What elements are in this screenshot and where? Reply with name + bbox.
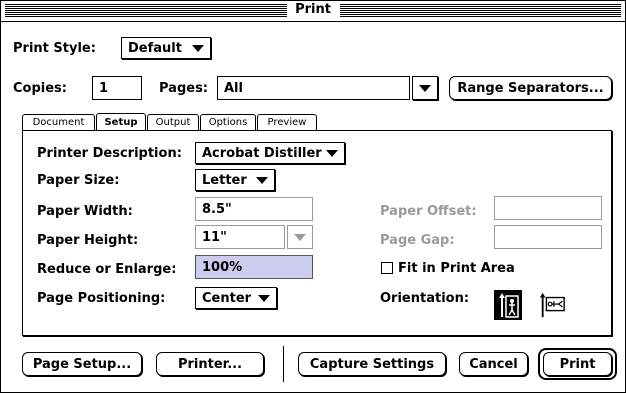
print-style-popup[interactable]: Default [121,37,211,59]
popup-arrow-icon [192,44,204,52]
paper-offset-label: Paper Offset: [380,204,477,219]
paper-size-label: Paper Size: [37,173,120,188]
print-style-value: Default [128,40,182,56]
page-positioning-label: Page Positioning: [37,291,166,306]
tab-options[interactable]: Options [200,114,256,130]
paper-width-label: Paper Width: [37,204,133,219]
paper-height-label: Paper Height: [37,233,139,248]
copies-label: Copies: [13,81,67,96]
page-positioning-value: Center [202,290,252,306]
popup-arrow-icon [326,149,338,157]
copies-field[interactable]: 1 [92,76,142,100]
chevron-down-icon [294,233,306,241]
pages-dropdown-button[interactable] [412,76,438,100]
pages-label: Pages: [159,81,209,96]
paper-size-popup[interactable]: Letter [195,169,275,191]
paper-offset-field[interactable] [494,196,602,220]
print-button[interactable]: Print [543,352,612,376]
cancel-button[interactable]: Cancel [459,352,528,376]
page-positioning-popup[interactable]: Center [195,287,277,309]
title-bar[interactable]: Print [1,1,625,22]
button-divider [283,346,284,382]
reduce-enlarge-field[interactable]: 100% [195,255,313,279]
portrait-orientation-icon [499,293,519,318]
popup-arrow-icon [258,294,270,302]
chevron-down-icon [419,84,431,92]
pages-field[interactable]: All [217,76,410,100]
fit-in-print-area-checkbox[interactable] [381,262,393,274]
printer-description-value: Acrobat Distiller [202,145,322,161]
paper-height-dropdown-button[interactable] [287,225,313,249]
orientation-label: Orientation: [380,291,470,306]
capture-settings-button[interactable]: Capture Settings [298,352,446,376]
paper-height-field[interactable]: 11" [195,225,285,249]
printer-description-label: Printer Description: [37,146,182,161]
reduce-enlarge-label: Reduce or Enlarge: [37,262,177,277]
portrait-orientation-button[interactable] [494,290,522,320]
printer-description-popup[interactable]: Acrobat Distiller [195,142,345,164]
range-separators-button[interactable]: Range Separators... [449,76,612,100]
page-gap-field[interactable] [494,225,602,249]
landscape-orientation-button[interactable] [538,290,566,320]
paper-size-value: Letter [202,172,247,188]
tab-setup[interactable]: Setup [96,113,146,130]
window-title: Print [287,2,339,17]
page-setup-button[interactable]: Page Setup... [22,352,142,376]
tab-preview[interactable]: Preview [257,114,317,130]
landscape-orientation-icon [539,292,565,318]
print-style-label: Print Style: [13,41,96,56]
tab-output[interactable]: Output [147,114,199,130]
fit-in-print-area-label: Fit in Print Area [398,261,515,276]
printer-button[interactable]: Printer... [156,352,264,376]
paper-width-field[interactable]: 8.5" [195,197,313,221]
popup-arrow-icon [256,176,268,184]
page-gap-label: Page Gap: [380,233,455,248]
tab-document[interactable]: Document [22,114,95,130]
